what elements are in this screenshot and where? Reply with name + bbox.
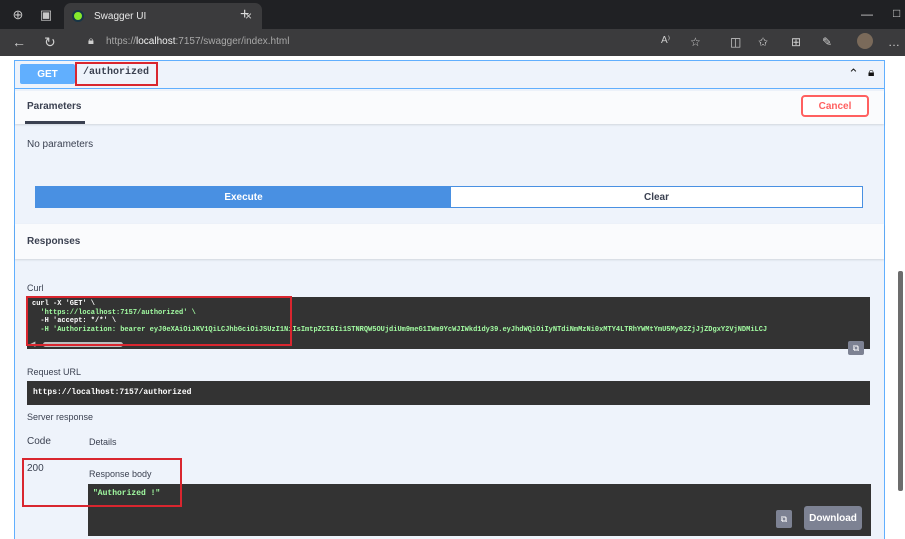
url-host: localhost — [136, 36, 176, 47]
copy-response-icon[interactable]: ⧉ — [776, 510, 792, 528]
method-badge: GET — [20, 64, 75, 84]
more-options-icon[interactable]: … — [888, 35, 900, 49]
split-screen-icon[interactable]: ◫ — [730, 35, 741, 49]
server-response-label: Server response — [27, 412, 94, 422]
tab-actions-icon[interactable]: ▣ — [38, 7, 54, 23]
swagger-favicon-icon — [72, 10, 84, 22]
highlight-box-curl — [26, 296, 292, 346]
copy-to-clipboard-icon[interactable]: ⧉ — [848, 341, 864, 355]
execute-wrapper: Execute Clear — [35, 186, 863, 208]
read-aloud-icon[interactable]: A⁾ — [661, 35, 670, 46]
execute-button[interactable]: Execute — [36, 187, 451, 207]
highlight-box-response — [22, 458, 182, 507]
operation-summary[interactable]: GET /authorized ⌃ 🔒︎ — [15, 61, 884, 89]
request-url-label: Request URL — [27, 367, 82, 377]
responses-header: Responses — [15, 224, 884, 259]
response-body-block[interactable]: "Authorized !" ⧉ Download — [88, 484, 871, 536]
url-path: :7157/swagger/index.html — [175, 36, 290, 47]
swagger-page: GET /authorized ⌃ 🔒︎ Parameters Cancel N… — [0, 56, 905, 539]
details-column-header: Details — [89, 437, 117, 447]
responses-heading: Responses — [27, 236, 81, 247]
page-scrollbar[interactable] — [898, 271, 903, 491]
extensions-icon[interactable]: ✎ — [822, 35, 832, 49]
refresh-icon[interactable]: ↻ — [44, 34, 56, 51]
favorites-icon[interactable]: ✩ — [758, 35, 768, 49]
url-prefix: https:// — [106, 36, 137, 47]
workspaces-icon[interactable]: ⊕ — [10, 7, 26, 23]
maximize-icon[interactable]: □ — [893, 6, 900, 20]
clear-button[interactable]: Clear — [451, 187, 862, 207]
download-button[interactable]: Download — [804, 506, 862, 530]
new-tab-icon[interactable]: + — [240, 6, 249, 24]
browser-tab[interactable]: Swagger UI × — [64, 3, 262, 29]
parameters-tab[interactable]: Parameters — [27, 101, 81, 112]
highlight-box-path — [75, 62, 158, 86]
request-url: https://localhost:7157/authorized — [27, 381, 870, 405]
no-parameters-text: No parameters — [27, 139, 94, 150]
tab-underline — [25, 121, 85, 124]
profile-icon[interactable] — [857, 33, 873, 49]
browser-chrome: ⊕ ▣ Swagger UI × + — □ ← ↻ 🔒︎ https://lo… — [0, 0, 905, 56]
operation-block: GET /authorized ⌃ 🔒︎ Parameters Cancel N… — [14, 60, 885, 539]
url-field[interactable]: https://localhost:7157/swagger/index.htm… — [106, 36, 289, 47]
code-column-header: Code — [27, 436, 51, 447]
tab-bar: ⊕ ▣ Swagger UI × + — □ — [0, 0, 905, 29]
tab-title: Swagger UI — [94, 10, 147, 22]
favorite-icon[interactable]: ☆ — [690, 35, 701, 49]
authorization-lock-icon[interactable]: 🔒︎ — [868, 65, 874, 80]
cancel-button[interactable]: Cancel — [801, 95, 869, 117]
curl-label: Curl — [27, 283, 44, 293]
minimize-icon[interactable]: — — [861, 7, 873, 21]
parameters-header: Parameters — [15, 91, 884, 124]
chevron-up-icon[interactable]: ⌃ — [848, 66, 859, 82]
lock-icon[interactable]: 🔒︎ — [88, 35, 94, 48]
collections-icon[interactable]: ⊞ — [791, 35, 801, 49]
back-icon[interactable]: ← — [12, 34, 26, 50]
address-bar: ← ↻ 🔒︎ https://localhost:7157/swagger/in… — [0, 29, 905, 56]
